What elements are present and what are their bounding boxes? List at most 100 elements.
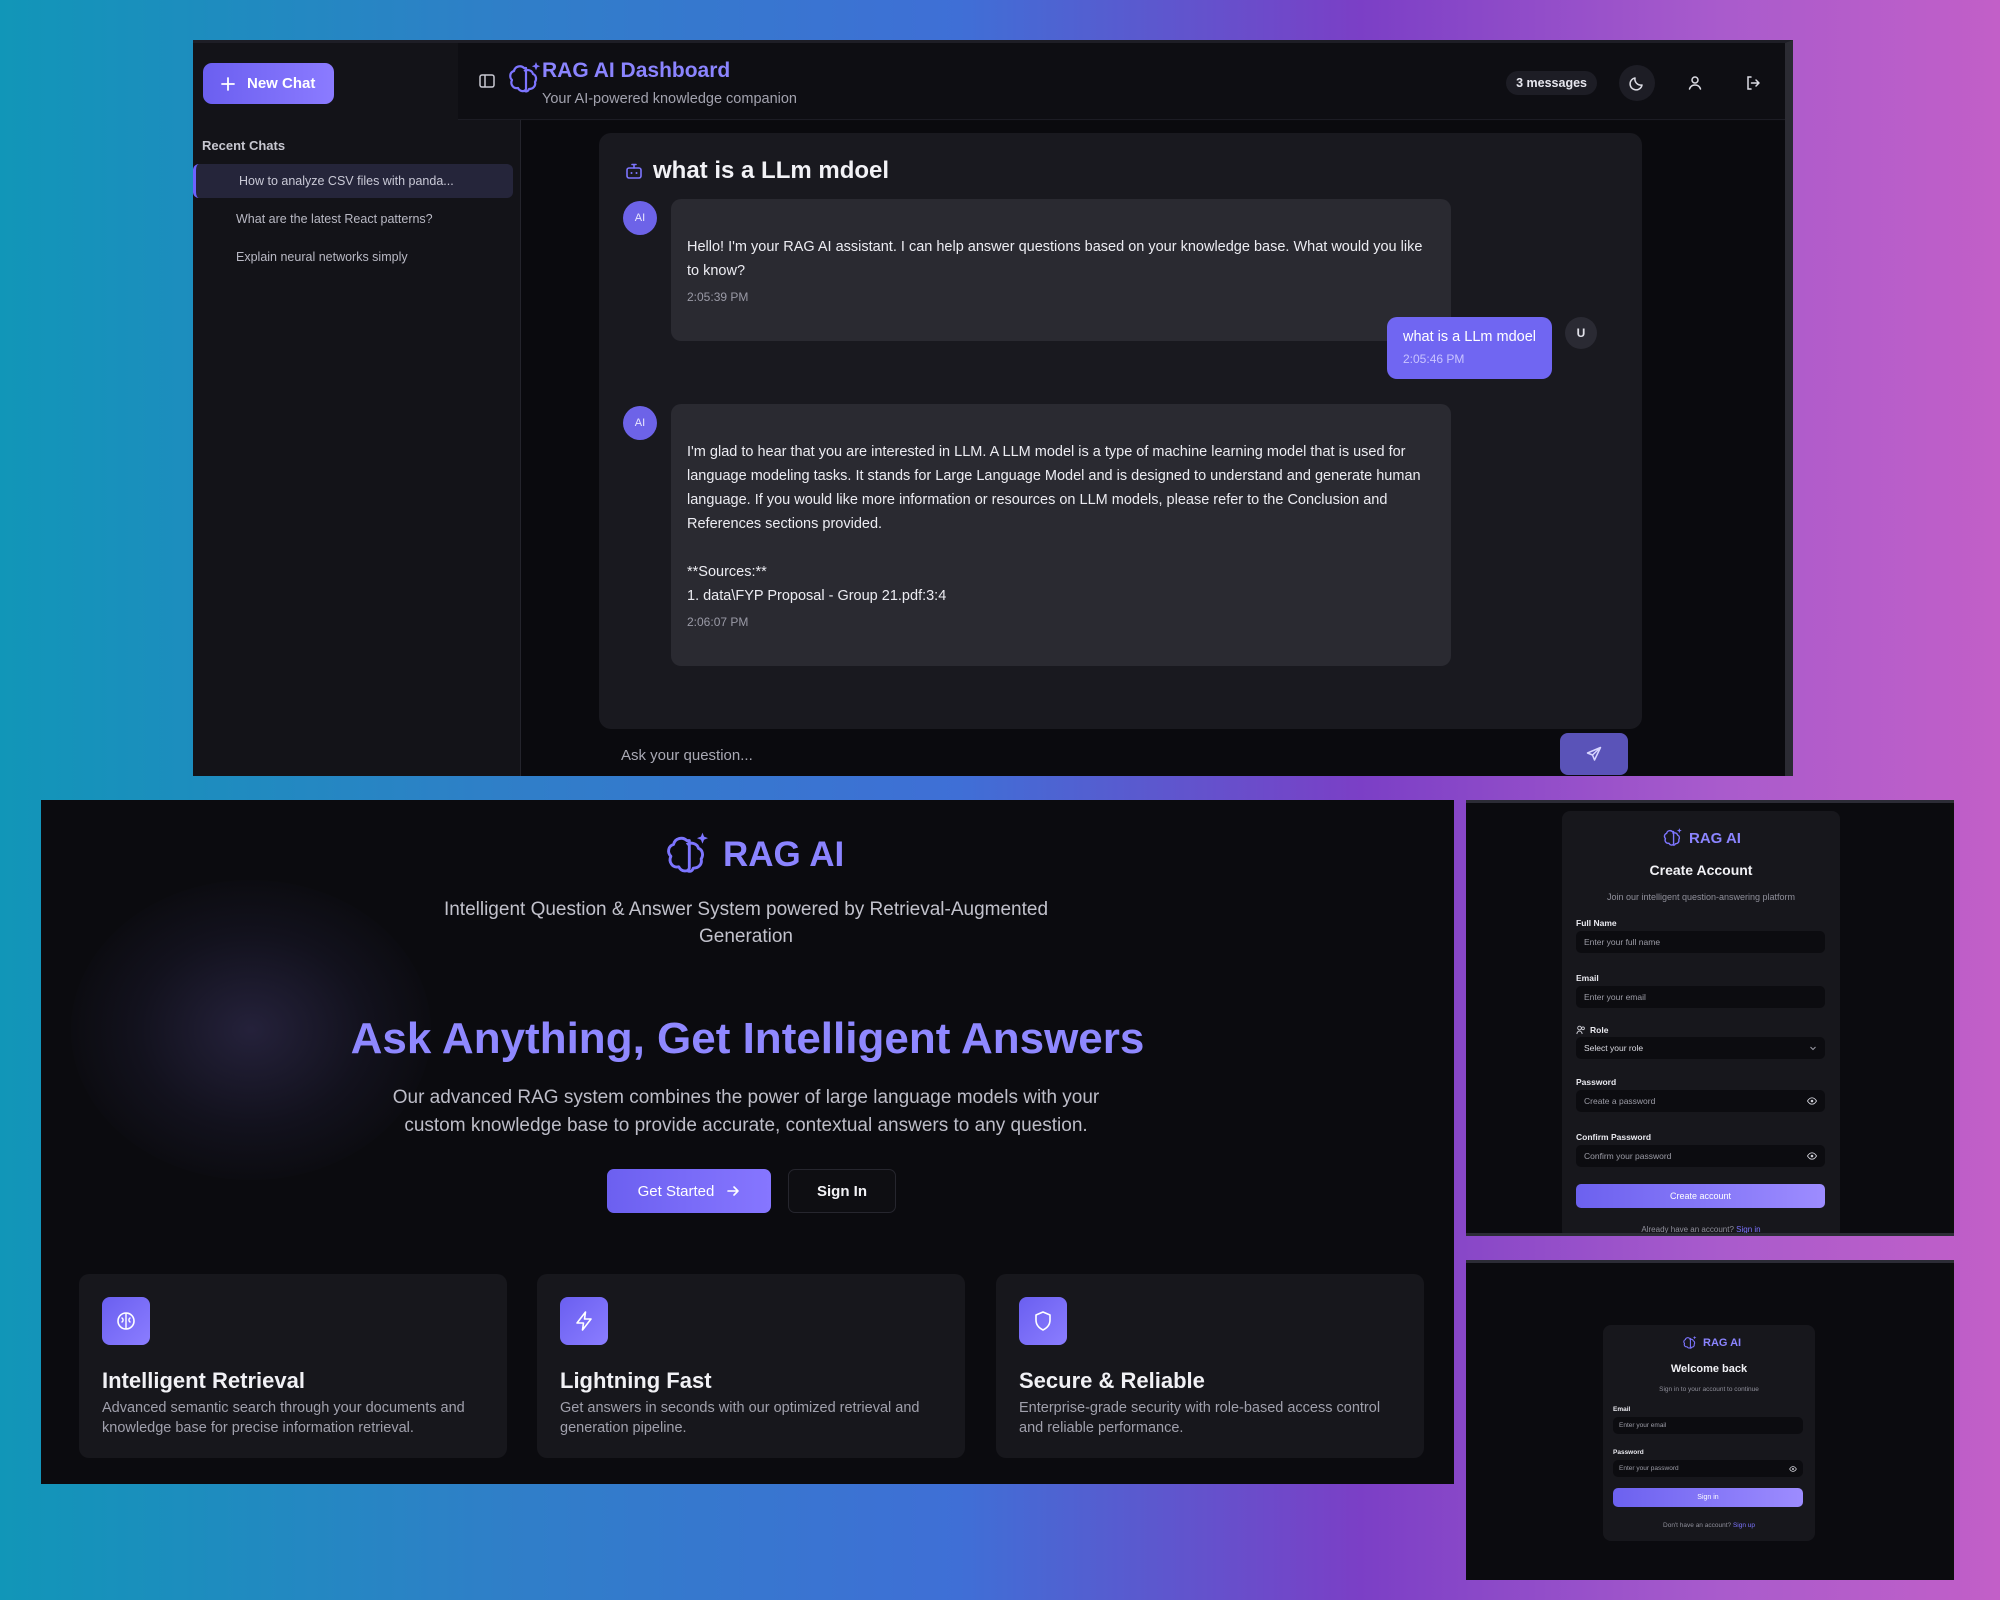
confirm-password-placeholder: Confirm your password [1584, 1151, 1672, 1161]
feature-description: Enterprise-grade security with role-base… [1019, 1400, 1381, 1436]
email-field[interactable]: Enter your email [1613, 1417, 1803, 1434]
sign-up-link[interactable]: Sign up [1733, 1522, 1755, 1529]
feature-card: Lightning Fast Get answers in seconds wi… [537, 1274, 965, 1458]
sidebar-chat-item[interactable]: Explain neural networks simply [193, 240, 513, 274]
bot-icon [625, 162, 643, 180]
question-input[interactable]: Ask your question... [621, 747, 753, 764]
eye-icon[interactable] [1807, 1152, 1817, 1160]
password-field[interactable]: Enter your password [1613, 1460, 1803, 1477]
dashboard-title: RAG AI Dashboard [542, 59, 731, 82]
register-panel: RAG AI Create Account Join our intellige… [1466, 800, 1954, 1236]
send-button[interactable] [1560, 733, 1628, 775]
logout-icon[interactable] [1735, 65, 1771, 101]
register-footer: Already have an account? Sign in [1562, 1225, 1840, 1234]
full-name-placeholder: Enter your full name [1584, 937, 1661, 947]
login-brand: RAG AI [1682, 1335, 1741, 1351]
new-chat-button[interactable]: New Chat [203, 63, 334, 104]
eye-icon[interactable] [1789, 1465, 1797, 1472]
sidebar-chat-item[interactable]: What are the latest React patterns? [193, 202, 513, 236]
avatar: AI [623, 201, 657, 235]
sign-in-button[interactable]: Sign in [1613, 1488, 1803, 1507]
chat-item-label: Explain neural networks simply [236, 250, 408, 264]
chat-card: what is a LLm mdoel AI Hello! I'm your R… [599, 133, 1642, 729]
send-icon [1586, 746, 1602, 762]
password-label: Password [1613, 1449, 1644, 1456]
role-label-text: Role [1590, 1025, 1609, 1035]
sign-in-button[interactable]: Sign In [788, 1169, 896, 1213]
message-bubble: what is a LLm mdoel 2:05:46 PM [1387, 317, 1552, 379]
shield-icon [1019, 1297, 1067, 1345]
eye-icon[interactable] [1807, 1097, 1817, 1105]
role-select[interactable]: Select your role [1576, 1037, 1825, 1059]
sidebar-toggle-icon[interactable] [478, 72, 496, 90]
brain-sparkle-icon [663, 830, 713, 880]
landing-logo: RAG AI [663, 830, 844, 880]
full-name-label: Full Name [1576, 918, 1617, 928]
chat-item-label: How to analyze CSV files with panda... [239, 174, 454, 188]
chat-item-label: What are the latest React patterns? [236, 212, 433, 226]
email-field[interactable]: Enter your email [1576, 986, 1825, 1008]
password-placeholder: Create a password [1584, 1096, 1656, 1106]
moon-icon[interactable] [1619, 65, 1655, 101]
login-panel: RAG AI Welcome back Sign in to your acco… [1466, 1260, 1954, 1580]
lightning-icon [560, 1297, 608, 1345]
role-label: Role [1576, 1025, 1608, 1035]
message-time: 2:06:07 PM [687, 615, 749, 629]
role-placeholder: Select your role [1584, 1043, 1644, 1053]
feature-title: Lightning Fast [560, 1368, 712, 1393]
landing-subtitle: Intelligent Question & Answer System pow… [443, 899, 1049, 947]
email-placeholder: Enter your email [1584, 992, 1646, 1002]
register-card: RAG AI Create Account Join our intellige… [1562, 811, 1840, 1234]
password-label: Password [1576, 1077, 1617, 1087]
login-brand-text: RAG AI [1703, 1337, 1742, 1349]
feature-description: Advanced semantic search through your do… [102, 1400, 465, 1436]
recent-chats-title: Recent Chats [202, 138, 286, 153]
landing-panel: RAG AI Intelligent Question & Answer Sys… [41, 800, 1454, 1484]
new-chat-label: New Chat [247, 75, 316, 92]
brain-sparkle-icon [1682, 1335, 1698, 1351]
landing-brand: RAG AI [723, 835, 845, 874]
message-time: 2:05:46 PM [1403, 352, 1465, 366]
sign-in-link[interactable]: Sign in [1736, 1225, 1760, 1233]
login-footer: Don't have an account? Sign up [1603, 1522, 1815, 1529]
message-bubble: Hello! I'm your RAG AI assistant. I can … [671, 199, 1451, 341]
feature-card: Intelligent Retrieval Advanced semantic … [79, 1274, 507, 1458]
brain-sparkle-icon [1662, 827, 1684, 849]
message-text: I'm glad to hear that you are interested… [687, 444, 1421, 604]
plus-icon [221, 76, 235, 91]
confirm-password-field[interactable]: Confirm your password [1576, 1145, 1825, 1167]
sidebar: New Chat Recent Chats How to analyze CSV… [193, 43, 521, 776]
user-icon[interactable] [1677, 65, 1713, 101]
sidebar-chat-item[interactable]: How to analyze CSV files with panda... [193, 164, 513, 198]
feature-title: Secure & Reliable [1019, 1368, 1205, 1393]
full-name-field[interactable]: Enter your full name [1576, 931, 1825, 953]
password-field[interactable]: Create a password [1576, 1090, 1825, 1112]
message-time: 2:05:39 PM [687, 290, 749, 304]
login-subtitle: Sign in to your account to continue [1659, 1386, 1759, 1393]
password-placeholder: Enter your password [1619, 1465, 1679, 1472]
register-brand-text: RAG AI [1689, 829, 1741, 847]
email-label: Email [1576, 973, 1599, 983]
feature-description: Get answers in seconds with our optimize… [560, 1400, 920, 1436]
users-icon [1576, 1025, 1586, 1035]
chat-area: what is a LLm mdoel AI Hello! I'm your R… [521, 121, 1785, 776]
register-footer-text: Already have an account? [1641, 1225, 1734, 1234]
feature-card: Secure & Reliable Enterprise-grade secur… [996, 1274, 1424, 1458]
hero-description: Our advanced RAG system combines the pow… [392, 1087, 1100, 1136]
register-subtitle: Join our intelligent question-answering … [1606, 892, 1796, 902]
message-text: Hello! I'm your RAG AI assistant. I can … [687, 239, 1423, 279]
login-title: Welcome back [1670, 1363, 1748, 1375]
dashboard-panel: New Chat Recent Chats How to analyze CSV… [193, 40, 1793, 776]
feature-title: Intelligent Retrieval [102, 1368, 305, 1393]
register-title: Create Account [1649, 862, 1753, 878]
register-brand: RAG AI [1662, 827, 1741, 849]
confirm-password-label: Confirm Password [1576, 1132, 1652, 1142]
arrow-right-icon [726, 1184, 740, 1198]
chevron-down-icon [1809, 1044, 1817, 1052]
message-text: what is a LLm mdoel [1403, 329, 1536, 345]
avatar: AI [623, 406, 657, 440]
dashboard-subtitle: Your AI-powered knowledge companion [542, 91, 797, 107]
create-account-button[interactable]: Create account [1576, 1184, 1825, 1208]
login-card: RAG AI Welcome back Sign in to your acco… [1603, 1325, 1815, 1541]
get-started-button[interactable]: Get Started [607, 1169, 771, 1213]
